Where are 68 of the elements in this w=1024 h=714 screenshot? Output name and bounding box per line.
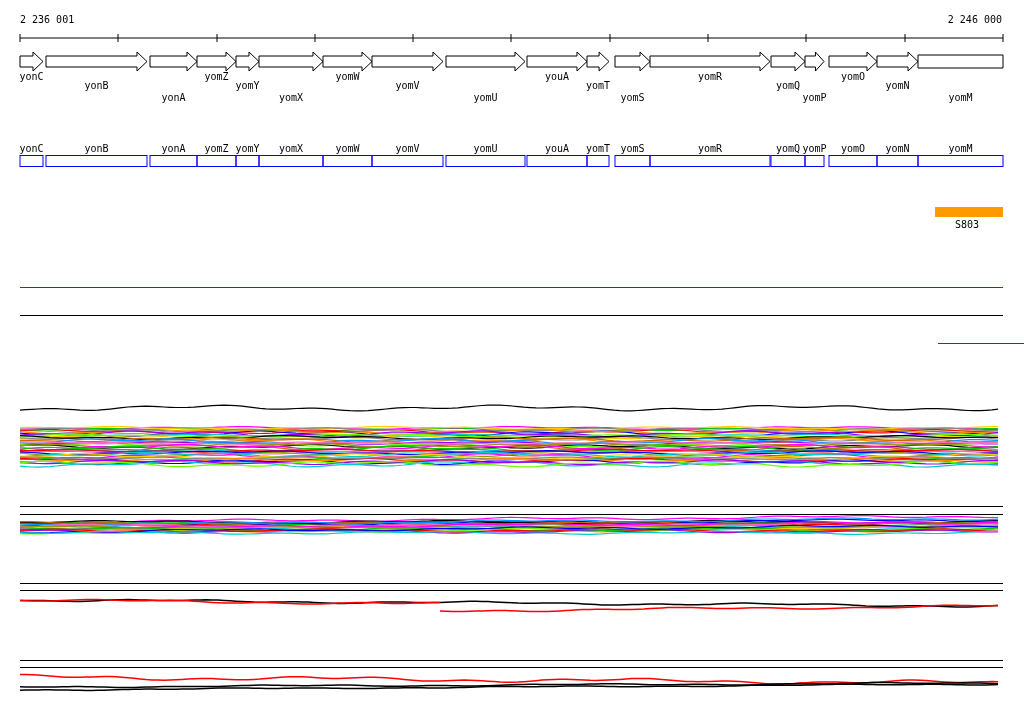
gene-label: yonC: [19, 71, 44, 82]
gene-box[interactable]: [235, 155, 260, 167]
gene-label: yomN: [885, 143, 910, 154]
gene-label: yomX: [278, 92, 304, 103]
gene-label: yomU: [473, 143, 498, 154]
gene-label: yomW: [335, 143, 360, 154]
gene-box[interactable]: [649, 155, 771, 167]
gene-box[interactable]: [371, 155, 444, 167]
gene-box[interactable]: [45, 155, 148, 167]
gene-arrow[interactable]: [19, 51, 44, 72]
gene-box[interactable]: [614, 155, 651, 167]
gene-label: yomQ: [775, 80, 801, 91]
gene-box[interactable]: [586, 155, 610, 167]
gene-label: yomZ: [204, 71, 229, 82]
gene-label: yomP: [802, 92, 827, 103]
gene-label: yomV: [395, 143, 420, 154]
gene-box[interactable]: [804, 155, 825, 167]
gene-box[interactable]: [258, 155, 324, 167]
gene-box[interactable]: [770, 155, 806, 167]
gene-label: yomS: [620, 143, 645, 154]
gene-box[interactable]: [526, 155, 588, 167]
gene-arrow[interactable]: [614, 51, 651, 72]
gene-label: youA: [544, 71, 570, 82]
gene-label: youA: [544, 143, 570, 154]
gene-label: yomO: [840, 71, 866, 82]
gene-arrow[interactable]: [828, 51, 878, 72]
gene-arrow[interactable]: [322, 51, 373, 72]
feature-label: S803: [954, 219, 980, 230]
gene-label: yomU: [473, 92, 498, 103]
gene-label: yonA: [161, 143, 186, 154]
gene-arrow[interactable]: [770, 51, 806, 72]
gene-label: yomY: [235, 80, 260, 91]
gene-label: yomY: [235, 143, 260, 154]
gene-label: yomP: [802, 143, 827, 154]
gene-label: yomZ: [204, 143, 229, 154]
gene-box[interactable]: [876, 155, 919, 167]
gene-label: yomS: [620, 92, 645, 103]
gene-label: yomT: [585, 80, 611, 91]
gene-box[interactable]: [196, 155, 237, 167]
gene-box[interactable]: [445, 155, 526, 167]
gene-label: yomX: [278, 143, 304, 154]
gene-label: yomM: [948, 92, 973, 103]
gene-box[interactable]: [149, 155, 198, 167]
gene-label: yomV: [395, 80, 420, 91]
gene-box[interactable]: [917, 155, 1004, 167]
gene-label: yomQ: [775, 143, 801, 154]
gene-label: yomM: [948, 143, 973, 154]
gene-label: yomO: [840, 143, 866, 154]
gene-box[interactable]: [322, 155, 373, 167]
gene-arrow[interactable]: [235, 51, 260, 72]
ruler-label: 2 236 001: [20, 14, 75, 25]
gene-label: yomN: [885, 80, 910, 91]
gene-box[interactable]: [19, 155, 44, 167]
gene-label: yonB: [84, 80, 109, 91]
gene-label: yomR: [697, 143, 723, 154]
gene-label: yomW: [335, 71, 360, 82]
gene-label: yonC: [19, 143, 44, 154]
ruler-label: 2 246 000: [947, 14, 1002, 25]
gene-arrow[interactable]: [804, 51, 825, 72]
gene-box[interactable]: [828, 155, 878, 167]
gene-arrow[interactable]: [876, 51, 919, 72]
gene-label: yomT: [585, 143, 611, 154]
gene-label: yonB: [84, 143, 109, 154]
gene-arrow[interactable]: [586, 51, 610, 72]
gene-arrow[interactable]: [149, 51, 198, 72]
gene-arrow[interactable]: [196, 51, 237, 72]
gene-label: yonA: [161, 92, 186, 103]
gene-label: yomR: [697, 71, 723, 82]
